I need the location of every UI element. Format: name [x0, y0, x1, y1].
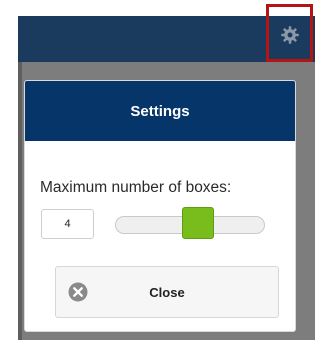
max-boxes-label: Maximum number of boxes: — [40, 179, 232, 196]
gear-icon — [280, 26, 299, 44]
settings-button[interactable] — [266, 4, 313, 62]
app-screen: Settings Maximum number of boxes: 4 Clos… — [0, 0, 315, 340]
slider-thumb[interactable] — [181, 207, 214, 239]
close-button-label: Close — [149, 284, 185, 300]
close-button[interactable]: Close — [55, 266, 279, 318]
dialog-title: Settings — [130, 102, 190, 120]
close-circle-icon — [68, 282, 88, 302]
max-boxes-input[interactable]: 4 — [41, 209, 94, 239]
backdrop-edge — [18, 62, 22, 340]
dialog-header: Settings — [25, 81, 295, 141]
